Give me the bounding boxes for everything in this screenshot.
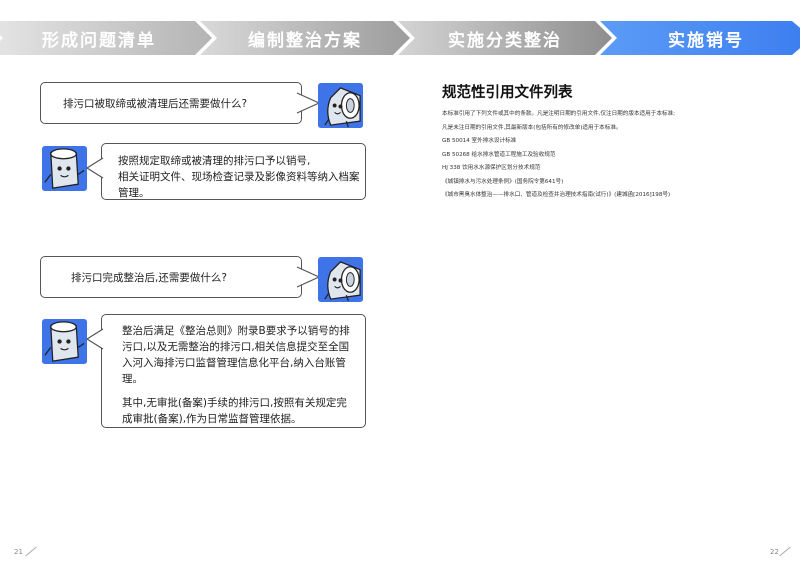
page-number-divider [779,546,791,557]
reference-line: 《城市黑臭水体整治——排水口、管道及检查井治理技术指南(试行)》(建城函[201… [442,192,671,198]
references-list: 本标准引用了下列文件或其中的条款。凡是注明日期的引用文件,仅注日期的版本适用于本… [442,111,772,206]
answer-line: 相关证明文件、现场检查记录及影像资料等纳入档案管理。 [118,171,360,199]
bubble-tail [85,328,104,350]
answer-bubble-2: 整治后满足《整治总则》附录B要求予以销号的排污口,以及无需整治的排污口,相关信息… [85,314,366,428]
bubble-tail [85,157,104,179]
answer-line: 按照规定取缔或被清理的排污口予以销号, [118,155,311,167]
answer-paragraph: 其中,无审批(备案)手续的排污口,按照有关规定完成审批(备案),作为日常监督管理… [122,397,347,425]
answer-bubble-1: 按照规定取缔或被清理的排污口予以销号, 相关证明文件、现场检查记录及影像资料等纳… [85,143,366,200]
reference-line: 凡是未注日期的引用文件,其最新版本(包括所有的修改单)适用于本标准。 [442,124,622,131]
pipe-mascot-icon [41,318,88,365]
reference-line: 本标准引用了下列文件或其中的条款。凡是注明日期的引用文件,仅注日期的版本适用于本… [442,111,676,117]
question-bubble-2: 排污口完成整治后,还需要做什么? [40,256,321,298]
question-text-2: 排污口完成整治后,还需要做什么? [71,272,227,284]
reference-line: GB 50014 室外排水设计标准 [442,138,517,144]
reference-line: GB 50268 给水排水管道工程施工及验收规范 [442,151,556,158]
page-number-left: 21 [14,548,23,556]
question-text-1: 排污口被取缔或被清理后还需要做什么? [63,98,248,110]
page-number-divider [25,546,37,557]
step-form-problem-list: 形成问题清单 [0,21,212,55]
step-compile-plan: 编制整治方案 [200,21,410,55]
references-title: 规范性引用文件列表 [442,85,573,101]
pipe-mascot-icon [317,256,364,303]
step-banner: 形成问题清单 编制整治方案 实施分类整治 实施销号 [0,21,800,55]
reference-line: 《城镇排水与污水处理条例》(国务院令第641号) [442,178,564,185]
reference-line: HJ 338 饮用水水源保护区划分技术规范 [442,165,541,171]
answer-paragraph: 整治后满足《整治总则》附录B要求予以销号的排污口,以及无需整治的排污口,相关信息… [122,325,350,385]
step-classified-rectification: 实施分类整治 [398,21,612,55]
step-cancel-number-active: 实施销号 [600,21,800,55]
pipe-mascot-icon [41,145,88,192]
page-number-right: 22 [770,548,779,556]
question-bubble-1: 排污口被取缔或被清理后还需要做什么? [40,82,321,124]
pipe-mascot-icon [317,82,364,129]
